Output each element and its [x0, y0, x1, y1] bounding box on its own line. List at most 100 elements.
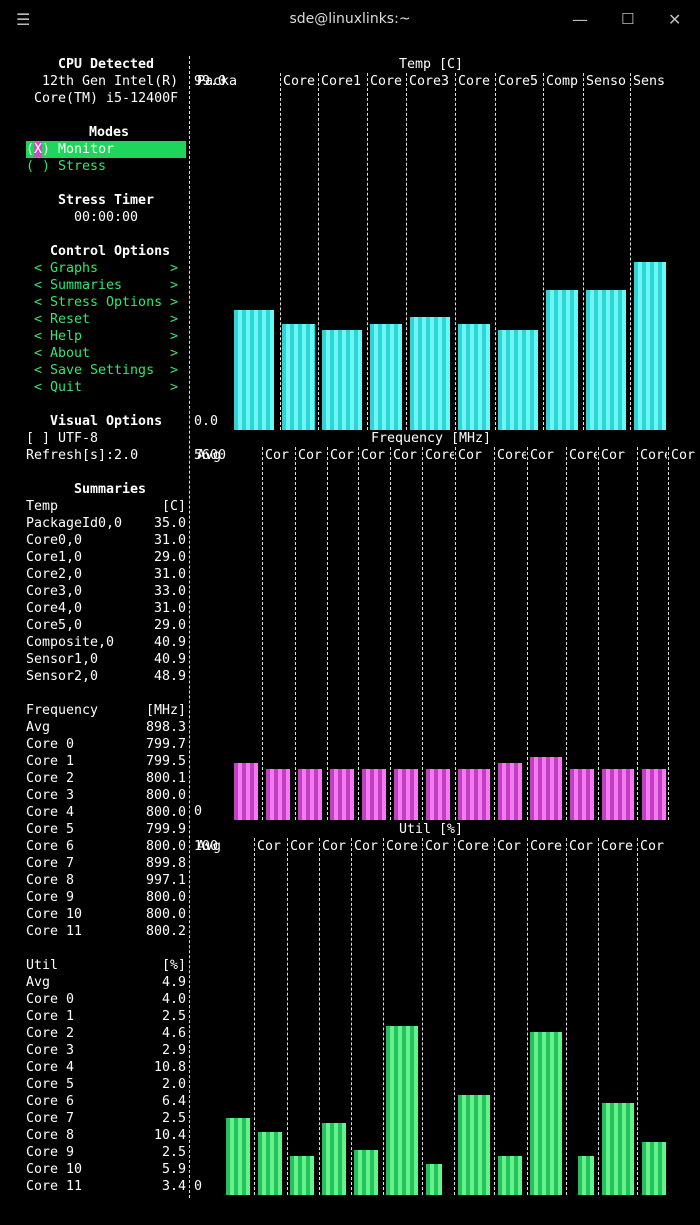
- chevron-right-icon: >: [170, 346, 179, 361]
- freq-bar: [498, 763, 522, 820]
- temp-ymin-label: 0.0: [194, 414, 219, 429]
- freq-bar: [570, 769, 594, 820]
- temp-column-header: Core: [458, 74, 491, 89]
- freq-summary-value: 899.8: [145, 856, 186, 871]
- temp-summary-value: 35.0: [153, 516, 186, 531]
- mode-stress-radio[interactable]: ( ) Stress: [26, 158, 106, 175]
- freq-summary-name: Core 10: [26, 907, 83, 922]
- freq-summary-value: 800.0: [145, 890, 186, 905]
- chevron-right-icon: >: [170, 278, 179, 293]
- temp-summary-row: PackageId0,0 35.0: [26, 515, 186, 532]
- freq-column-header: Cor: [361, 448, 386, 463]
- control-option-about[interactable]: < About >: [34, 345, 182, 362]
- util-header-unit: [%]: [161, 958, 186, 973]
- freq-summary-name: Core 5: [26, 822, 75, 837]
- util-column-divider: [527, 838, 528, 1195]
- util-summary-row: Avg 4.9: [26, 974, 186, 991]
- maximize-icon[interactable]: ☐: [621, 10, 634, 28]
- chevron-right-icon: >: [170, 380, 179, 395]
- temp-summary-name: Sensor1,0: [26, 652, 99, 667]
- freq-summary-header: Frequency [MHz]: [26, 702, 186, 719]
- chevron-right-icon: >: [170, 312, 179, 327]
- freq-summary-row: Core 4 800.0: [26, 804, 186, 821]
- control-option-help[interactable]: < Help >: [34, 328, 182, 345]
- util-bar: [498, 1156, 522, 1195]
- control-option-quit[interactable]: < Quit >: [34, 379, 182, 396]
- util-bar: [290, 1156, 314, 1195]
- chevron-right-icon: >: [170, 261, 179, 276]
- util-column-header: Cor: [257, 839, 282, 854]
- util-summary-row: Core 11 3.4: [26, 1178, 186, 1195]
- util-summary-value: 2.5: [161, 1009, 186, 1024]
- temp-column-divider: [543, 73, 544, 430]
- freq-summary-row: Avg 898.3: [26, 719, 186, 736]
- temp-summary-row: Sensor1,0 40.9: [26, 651, 186, 668]
- util-column-header: Core: [530, 839, 563, 854]
- temp-header-unit: [C]: [161, 499, 186, 514]
- freq-bar: [602, 769, 634, 820]
- minimize-icon[interactable]: —: [572, 10, 588, 29]
- util-summary-value: 4.9: [161, 975, 186, 990]
- util-summary-row: Core 3 2.9: [26, 1042, 186, 1059]
- visual-options-title: Visual Options: [50, 414, 163, 429]
- control-option-save-settings[interactable]: < Save Settings >: [34, 362, 182, 379]
- control-option-summaries[interactable]: < Summaries >: [34, 277, 182, 294]
- util-bar: [530, 1032, 562, 1195]
- util-summary-name: Core 1: [26, 1009, 75, 1024]
- temp-summary-name: Core5,0: [26, 618, 83, 633]
- util-summary-row: Core 7 2.5: [26, 1110, 186, 1127]
- freq-summary-value: 898.3: [145, 720, 186, 735]
- util-bar: [426, 1164, 442, 1195]
- mode-monitor-mark: X: [34, 142, 43, 157]
- freq-column-divider: [358, 447, 359, 820]
- temp-column-divider: [367, 73, 368, 430]
- freq-bar: [530, 757, 562, 820]
- temp-summary-value: 31.0: [153, 601, 186, 616]
- chevron-right-icon: >: [170, 329, 179, 344]
- freq-summary-value: 800.2: [145, 924, 186, 939]
- freq-bar: [362, 769, 386, 820]
- util-column-header: Core: [457, 839, 490, 854]
- freq-column-header: Cor: [265, 448, 290, 463]
- util-summary-name: Core 8: [26, 1128, 75, 1143]
- temp-column-header: Sens: [633, 74, 666, 89]
- control-option-label: Reset: [50, 312, 91, 327]
- freq-bar: [298, 769, 322, 820]
- util-summary-value: 3.4: [161, 1179, 186, 1194]
- util-bar: [642, 1142, 666, 1195]
- util-column-divider: [287, 838, 288, 1195]
- util-column-divider: [454, 838, 455, 1195]
- util-summary-name: Core 2: [26, 1026, 75, 1041]
- freq-summary-value: 799.5: [145, 754, 186, 769]
- util-column-header: Cor: [640, 839, 665, 854]
- util-summary-name: Core 3: [26, 1043, 75, 1058]
- util-summary-value: 4.0: [161, 992, 186, 1007]
- sidebar-divider: [189, 56, 190, 1198]
- utf8-checkbox[interactable]: [ ] UTF-8: [26, 430, 98, 447]
- util-column-header: Cor: [497, 839, 522, 854]
- control-option-graphs[interactable]: < Graphs >: [34, 260, 182, 277]
- temp-header-label: Temp: [26, 499, 59, 514]
- temp-column-divider: [406, 73, 407, 430]
- freq-column-header: Cor: [601, 448, 626, 463]
- control-option-reset[interactable]: < Reset >: [34, 311, 182, 328]
- freq-header-label: Frequency: [26, 703, 99, 718]
- temp-column-divider: [318, 73, 319, 430]
- chevron-left-icon: <: [34, 329, 43, 344]
- temp-column-header: Core: [370, 74, 403, 89]
- close-icon[interactable]: ✕: [668, 10, 681, 29]
- freq-summary-value: 799.9: [145, 822, 186, 837]
- mode-monitor-radio[interactable]: (X) Monitor: [26, 141, 186, 158]
- freq-summary-value: 800.0: [145, 839, 186, 854]
- temp-summary-row: Core3,0 33.0: [26, 583, 186, 600]
- util-summary-value: 2.5: [161, 1145, 186, 1160]
- freq-summary-name: Core 0: [26, 737, 75, 752]
- temp-summary-row: Core5,0 29.0: [26, 617, 186, 634]
- util-column-header: Cor: [290, 839, 315, 854]
- refresh-rate[interactable]: Refresh[s]:2.0: [26, 447, 138, 464]
- util-bar: [354, 1150, 378, 1195]
- freq-summary-row: Core 9 800.0: [26, 889, 186, 906]
- util-summary-name: Core 10: [26, 1162, 83, 1177]
- control-option-stress-options[interactable]: < Stress Options >: [34, 294, 182, 311]
- util-summary-row: Core 4 10.8: [26, 1059, 186, 1076]
